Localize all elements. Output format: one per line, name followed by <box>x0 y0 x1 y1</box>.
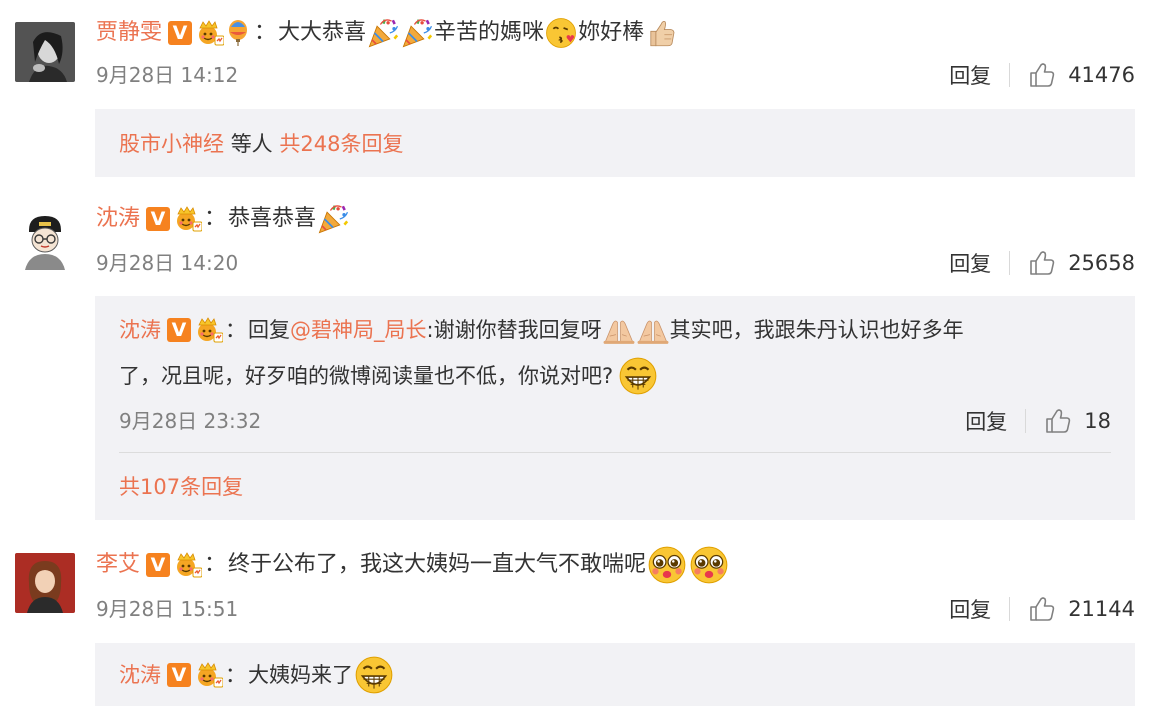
sub-reply-line: 沈涛 V ： 大姨妈来了 <box>119 655 395 695</box>
verified-v-icon: V <box>146 207 171 231</box>
balloon-icon[interactable] <box>224 19 252 47</box>
crown-badge-icon[interactable] <box>195 316 223 344</box>
like-count: 21144 <box>1068 597 1135 621</box>
username-link[interactable]: 沈涛 <box>96 199 140 239</box>
reply-button[interactable]: 回复 <box>949 248 991 278</box>
comment-text: 妳好棒 <box>578 20 645 45</box>
reply-box: 沈涛 V ： 大姨妈来了 <box>95 643 1135 706</box>
drool-emoji <box>688 544 730 586</box>
crown-badge-icon[interactable] <box>195 661 223 689</box>
username-link[interactable]: 李艾 <box>96 545 140 585</box>
pray-emoji <box>636 313 670 347</box>
username-link[interactable]: 沈涛 <box>119 655 161 695</box>
colon-text: ： <box>204 552 227 577</box>
divider <box>1009 251 1011 275</box>
reply-summary-box: 股市小神经 等人 共248条回复 <box>95 109 1135 177</box>
avatar[interactable] <box>15 22 75 82</box>
crown-badge-icon[interactable] <box>174 551 202 579</box>
crown-badge-icon[interactable] <box>196 19 224 47</box>
username-link[interactable]: 贾静雯 <box>96 13 162 53</box>
verified-v-icon: V <box>168 21 193 45</box>
reply-actions: 回复 18 <box>965 406 1111 436</box>
comment-actions: 回复 41476 <box>949 60 1135 90</box>
divider <box>1009 63 1011 87</box>
reply-button[interactable]: 回复 <box>965 406 1007 436</box>
mention-link[interactable]: @碧神局_局长 <box>290 310 427 350</box>
comment-text: 大大恭喜 <box>278 20 367 45</box>
colon-text: ： <box>225 318 246 342</box>
comment-feed: 贾静雯 V ： 大大恭喜 辛苦的媽咪 妳好棒 9月28日 14:12 回复 41… <box>0 0 1162 706</box>
reply-button[interactable]: 回复 <box>949 60 991 90</box>
grin-emoji <box>617 355 659 397</box>
like-thumb-icon[interactable] <box>1028 595 1056 623</box>
comment-actions: 回复 21144 <box>949 594 1135 624</box>
reply-user-link[interactable]: 股市小神经 <box>119 132 224 156</box>
party-popper-emoji <box>316 202 350 236</box>
reply-text: 了，况且呢，好歹咱的微博阅读量也不低，你说对吧? <box>119 364 614 388</box>
avatar[interactable] <box>15 553 75 613</box>
reply-count-link[interactable]: 共107条回复 <box>119 472 243 502</box>
comment-timestamp: 9月28日 15:51 <box>96 597 239 621</box>
reply-count-link[interactable]: 共248条回复 <box>279 132 403 156</box>
pray-emoji <box>602 313 636 347</box>
drool-emoji <box>646 544 688 586</box>
reply-text: 其实吧，我跟朱丹认识也好多年 <box>669 318 964 342</box>
comment-actions: 回复 25658 <box>949 248 1135 278</box>
verified-v-icon: V <box>167 318 191 342</box>
comment-timestamp: 9月28日 14:12 <box>96 63 239 87</box>
comment-line: 李艾 V ： 终于公布了，我这大姨妈一直大气不敢喘呢 <box>96 545 730 585</box>
reply-text: 大姨妈来了 <box>248 663 353 687</box>
reply-timestamp: 9月28日 23:32 <box>119 409 262 433</box>
sub-reply-line: 了，况且呢，好歹咱的微博阅读量也不低，你说对吧? <box>119 356 659 396</box>
comment-text: 恭喜恭喜 <box>228 206 317 231</box>
avatar[interactable] <box>15 210 75 270</box>
comment-line: 贾静雯 V ： 大大恭喜 辛苦的媽咪 妳好棒 <box>96 13 678 53</box>
comment-timestamp: 9月28日 14:20 <box>96 251 239 275</box>
reply-button[interactable]: 回复 <box>949 594 991 624</box>
comment-text: 终于公布了，我这大姨妈一直大气不敢喘呢 <box>228 552 647 577</box>
comment-line: 沈涛 V ： 恭喜恭喜 <box>96 199 350 239</box>
like-count: 18 <box>1084 409 1111 433</box>
reply-summary: 股市小神经 等人 共248条回复 <box>119 129 403 159</box>
thumbs-up-emoji <box>644 16 678 50</box>
divider <box>119 452 1111 453</box>
colon-text: ： <box>254 20 277 45</box>
crown-badge-icon[interactable] <box>174 205 202 233</box>
sub-reply-line: 沈涛 V ： 回复 @碧神局_局长 :谢谢你替我回复呀 其实吧，我跟朱丹认识也好… <box>119 310 964 350</box>
verified-v-icon: V <box>167 663 191 687</box>
verified-v-icon: V <box>146 553 171 577</box>
divider <box>1009 597 1011 621</box>
like-thumb-icon[interactable] <box>1028 61 1056 89</box>
grin-emoji <box>353 654 395 696</box>
reply-prefix-text: 回复 <box>248 318 290 342</box>
username-link[interactable]: 沈涛 <box>119 310 161 350</box>
party-popper-emoji <box>400 16 434 50</box>
like-count: 41476 <box>1068 63 1135 87</box>
kiss-emoji <box>544 16 578 50</box>
like-count: 25658 <box>1068 251 1135 275</box>
colon-text: ： <box>225 663 246 687</box>
comment-text: 辛苦的媽咪 <box>434 20 545 45</box>
reply-text: :谢谢你替我回复呀 <box>426 318 602 342</box>
party-popper-emoji <box>366 16 400 50</box>
like-thumb-icon[interactable] <box>1028 249 1056 277</box>
reply-etc-text: 等人 <box>230 132 273 156</box>
like-thumb-icon[interactable] <box>1044 407 1072 435</box>
divider <box>1025 409 1027 433</box>
colon-text: ： <box>204 206 227 231</box>
